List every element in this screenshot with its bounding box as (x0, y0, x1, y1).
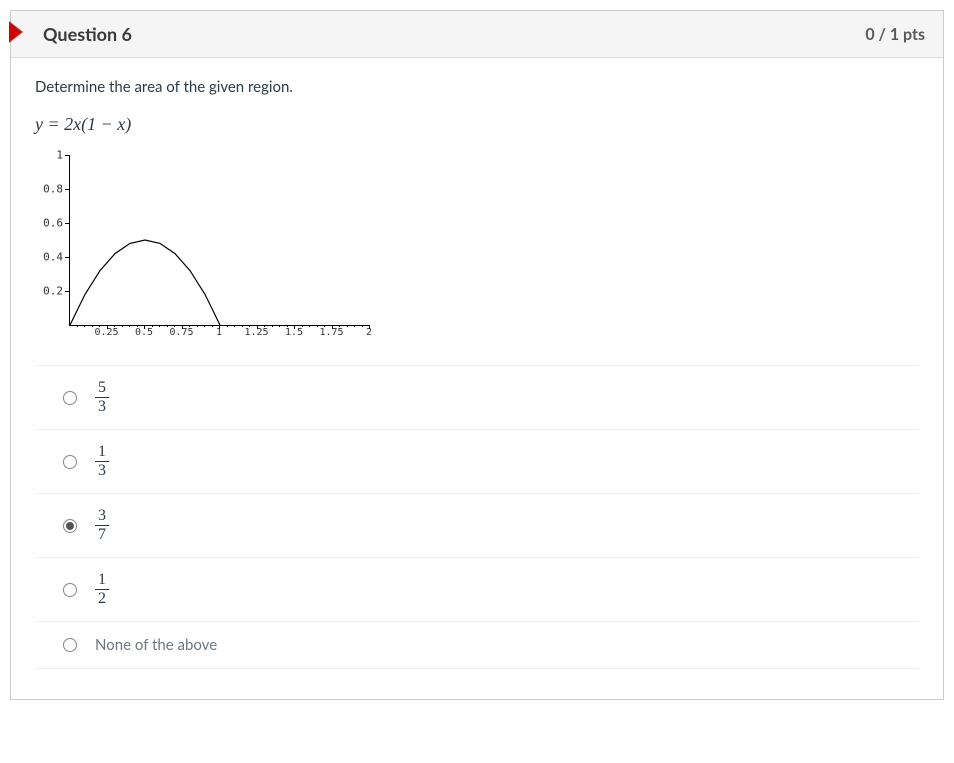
y-tick-label: 0.4 (35, 251, 63, 264)
fraction: 53 (95, 380, 109, 415)
incorrect-arrow-icon (9, 21, 23, 43)
answer-option[interactable]: 13 (35, 429, 919, 493)
answer-option[interactable]: 37 (35, 493, 919, 557)
answer-option[interactable]: 12 (35, 557, 919, 621)
question-box: Question 6 0 / 1 pts Determine the area … (10, 10, 944, 700)
question-header: Question 6 0 / 1 pts (11, 11, 943, 58)
option-text: None of the above (95, 636, 217, 654)
y-tick-label: 1 (35, 149, 63, 162)
radio-button[interactable] (63, 638, 77, 652)
radio-button[interactable] (63, 583, 77, 597)
question-points: 0 / 1 pts (865, 25, 925, 44)
y-tick-label: 0.2 (35, 285, 63, 298)
question-title: Question 6 (43, 23, 132, 45)
answer-options: 53 13 37 12 None of the above (35, 365, 919, 669)
answer-option[interactable]: 53 (35, 365, 919, 429)
equation: y = 2x(1 − x) (35, 114, 919, 135)
question-prompt: Determine the area of the given region. (35, 78, 919, 96)
radio-button[interactable] (63, 455, 77, 469)
question-container: Question 6 0 / 1 pts Determine the area … (0, 10, 954, 700)
fraction: 37 (95, 508, 109, 543)
y-tick-label: 0.6 (35, 217, 63, 230)
y-tick-label: 0.8 (35, 183, 63, 196)
chart-curve (70, 155, 370, 325)
fraction: 12 (95, 572, 109, 607)
chart: 0.20.40.60.810.250.50.7511.251.51.752 (35, 145, 375, 345)
answer-option[interactable]: None of the above (35, 621, 919, 669)
chart-axes (69, 155, 370, 326)
radio-button[interactable] (63, 519, 77, 533)
question-body: Determine the area of the given region. … (11, 58, 943, 699)
radio-button[interactable] (63, 391, 77, 405)
fraction: 13 (95, 444, 109, 479)
